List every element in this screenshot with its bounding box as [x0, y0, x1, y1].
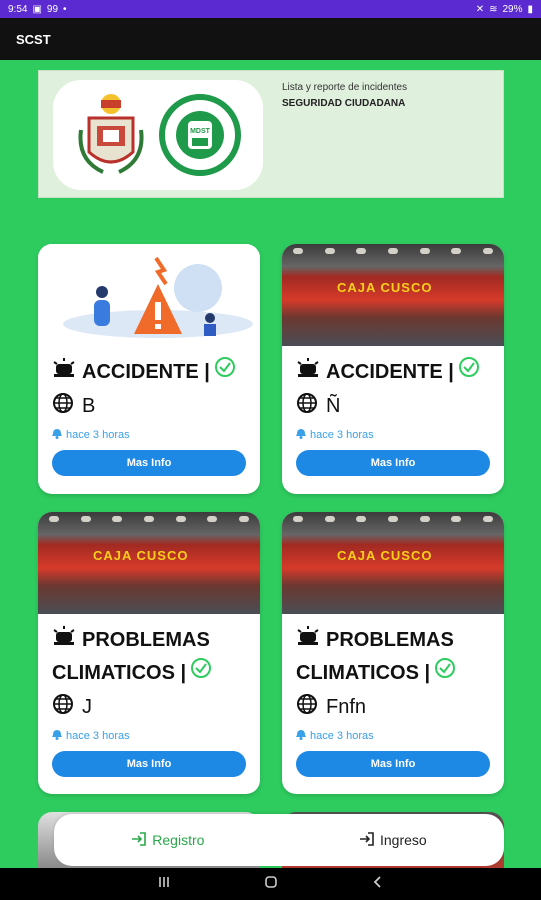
back-icon[interactable] [371, 875, 385, 894]
incident-type-line2: CLIMATICOS | [52, 662, 187, 685]
storefront-sign: CAJA CUSCO [93, 548, 189, 563]
more-info-button[interactable]: Mas Info [296, 450, 490, 477]
globe-icon [52, 392, 74, 420]
check-circle-icon [214, 356, 236, 389]
auth-bar: Registro Ingreso [54, 814, 504, 866]
bottom-panel: Registro Ingreso [38, 812, 504, 868]
globe-icon [296, 392, 318, 420]
card-illustration [38, 244, 260, 346]
notification-count: 99 [46, 3, 59, 15]
incident-type-line1: PROBLEMAS [326, 629, 454, 651]
check-circle-icon [434, 657, 456, 690]
alarm-siren-icon [52, 624, 76, 657]
card-photo: CAJA CUSCO [282, 512, 504, 614]
register-button[interactable]: Registro [131, 831, 205, 849]
check-circle-icon [458, 356, 480, 389]
more-info-button[interactable]: Mas Info [296, 751, 490, 778]
incident-location: J [82, 695, 92, 718]
municipal-crest-logo [77, 94, 144, 174]
more-info-button[interactable]: Mas Info [52, 751, 246, 778]
incident-type: ACCIDENTE | [82, 361, 210, 383]
check-circle-icon [190, 657, 212, 690]
login-arrow-icon [359, 831, 375, 849]
card-photo: CAJA CUSCO [282, 244, 504, 346]
mute-icon: ✕ [475, 3, 485, 15]
incident-location: Ñ [326, 394, 341, 417]
app-title: SCST [16, 31, 51, 47]
security-service-seal-logo: MDST [158, 94, 241, 176]
incident-time: hace 3 horas [66, 429, 130, 442]
incident-card[interactable]: CAJA CUSCO PROBLEMAS CLIMATICOS | J hace… [38, 512, 260, 794]
header-banner: MDST Lista y reporte de incidentes SEGUR… [38, 70, 504, 198]
login-button[interactable]: Ingreso [359, 831, 427, 849]
alarm-siren-icon [296, 624, 320, 657]
clock: 9:54 [8, 3, 28, 15]
banner-title: SEGURIDAD CIUDADANA [282, 98, 406, 109]
system-nav-bar [0, 868, 541, 900]
register-label: Registro [152, 832, 205, 848]
incident-location: Fnfn [326, 695, 367, 718]
incident-card[interactable]: CAJA CUSCO ACCIDENTE | Ñ hace 3 horas Ma… [282, 244, 504, 494]
logo-container: MDST [53, 80, 263, 190]
more-info-button[interactable]: Mas Info [52, 450, 246, 477]
card-photo: CAJA CUSCO [38, 512, 260, 614]
incident-card[interactable]: ACCIDENTE | B hace 3 horas Mas Info [38, 244, 260, 494]
incident-time: hace 3 horas [310, 730, 374, 743]
incident-type-line1: PROBLEMAS [82, 629, 210, 651]
home-icon[interactable] [264, 875, 278, 894]
status-bar: 9:54 ▣ 99 • ✕ ≋ 29% ▮ [0, 0, 541, 18]
bell-icon [52, 729, 62, 743]
dot-icon: • [63, 3, 67, 15]
alarm-siren-icon [52, 356, 76, 389]
wifi-icon: ≋ [489, 3, 498, 15]
incident-type: ACCIDENTE | [326, 361, 454, 383]
login-label: Ingreso [380, 832, 427, 848]
photo-icon: ▣ [32, 3, 42, 15]
globe-icon [52, 693, 74, 721]
bell-icon [52, 428, 62, 442]
bell-icon [296, 729, 306, 743]
seal-text: MDST [190, 128, 211, 135]
incident-card[interactable]: CAJA CUSCO PROBLEMAS CLIMATICOS | Fnfn h… [282, 512, 504, 794]
alarm-siren-icon [296, 356, 320, 389]
globe-icon [296, 693, 318, 721]
recent-apps-icon[interactable] [157, 875, 171, 894]
banner-text: Lista y reporte de incidentes SEGURIDAD … [282, 82, 407, 109]
incident-location: B [82, 394, 96, 417]
incident-time: hace 3 horas [66, 730, 130, 743]
incident-time: hace 3 horas [310, 429, 374, 442]
battery-icon: ▮ [527, 3, 533, 15]
banner-subtitle: Lista y reporte de incidentes [282, 82, 408, 93]
storefront-sign: CAJA CUSCO [337, 280, 433, 295]
bell-icon [296, 428, 306, 442]
app-bar: SCST [0, 18, 541, 60]
storefront-sign: CAJA CUSCO [337, 548, 433, 563]
incident-type-line2: CLIMATICOS | [296, 662, 431, 685]
battery-level: 29% [502, 3, 523, 15]
login-arrow-icon [131, 831, 147, 849]
